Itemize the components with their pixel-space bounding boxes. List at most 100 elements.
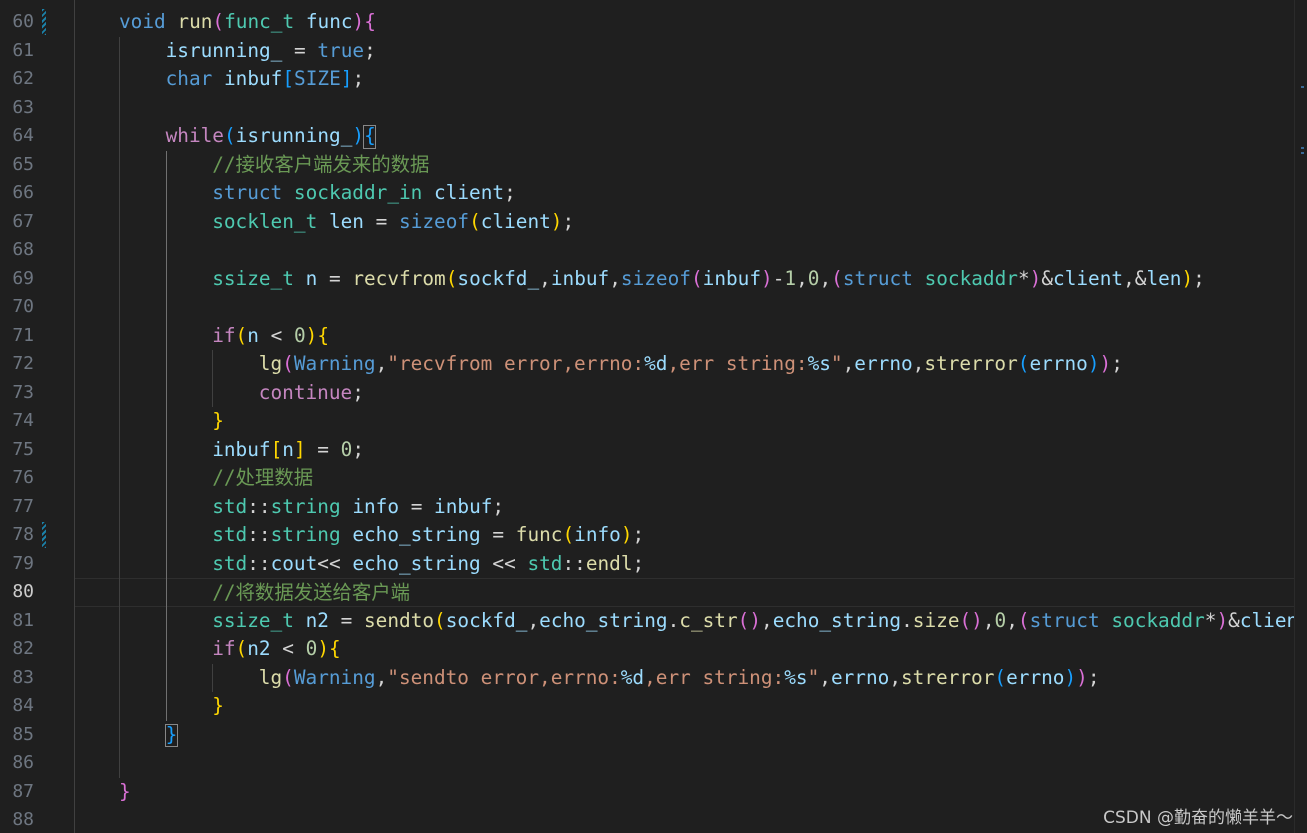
code-token: ( (562, 523, 575, 546)
modified-line-marker[interactable] (42, 9, 46, 35)
code-token: :: (562, 551, 586, 575)
indent-guide (119, 36, 120, 778)
code-token: ) (1181, 266, 1194, 290)
code-token: errno (830, 665, 890, 689)
code-token: info (352, 494, 400, 518)
code-token: ( (994, 665, 1007, 689)
code-token: inbuf (212, 437, 271, 461)
code-token: , (819, 266, 832, 290)
code-token: size (912, 608, 960, 632)
code-editor[interactable]: 60 61 62 63 64 65 66 67 68 69 70 71 72 73 74 75 76 77 78 79… (0, 0, 1307, 833)
line-number[interactable]: 73 (0, 379, 34, 408)
code-token: = (305, 437, 341, 461)
code-line-content: void run(func_t func){ (119, 8, 376, 37)
code-token: string (270, 494, 341, 518)
line-number[interactable]: 78 (0, 521, 34, 550)
code-line-content: inbuf[n] = 0; (212, 436, 364, 465)
code-line-content: std::string info = inbuf; (212, 493, 504, 522)
code-token: ( (445, 266, 458, 290)
code-token: %d (644, 352, 668, 375)
line-number[interactable]: 72 (0, 350, 34, 379)
line-number[interactable]: 79 (0, 550, 34, 579)
code-token: void (119, 10, 166, 33)
code-token: ( (434, 608, 446, 632)
indent-guide (212, 350, 214, 407)
line-number[interactable]: 64 (0, 122, 34, 151)
code-token: ; (352, 67, 365, 90)
code-token: strerror (901, 665, 995, 689)
line-number[interactable]: 68 (0, 236, 34, 265)
line-number[interactable]: 63 (0, 94, 34, 123)
code-token: { (329, 637, 341, 660)
code-line-content: } (212, 407, 224, 436)
line-number[interactable]: 70 (0, 293, 34, 322)
code-token: n (305, 266, 318, 290)
code-token: { (364, 10, 376, 33)
code-line-content: //将数据发送给客户端 (212, 579, 410, 608)
line-number[interactable]: 76 (0, 464, 34, 493)
code-token: continue (258, 380, 353, 404)
code-token: ( (235, 323, 248, 347)
line-number[interactable]: 71 (0, 322, 34, 351)
code-token: func_t (224, 10, 295, 33)
code-token: true (317, 38, 365, 62)
code-area[interactable]: void run(func_t func){isrunning_ = true;… (74, 0, 1307, 833)
code-token: " (830, 352, 843, 375)
code-token: } (212, 409, 224, 432)
line-number[interactable]: 69 (0, 265, 34, 294)
line-number[interactable]: 80 (0, 578, 34, 607)
code-line-content: if(n2 < 0){ (212, 635, 341, 664)
line-number[interactable]: 87 (0, 778, 34, 807)
line-number[interactable]: 81 (0, 607, 34, 636)
code-token: std (212, 551, 248, 575)
code-token: ) (620, 523, 633, 546)
watermark: CSDN @勤奋的懒羊羊～ (1103, 808, 1293, 828)
code-token: } (119, 779, 131, 803)
code-token: , (1006, 608, 1018, 632)
line-number[interactable]: 84 (0, 692, 34, 721)
code-token: , (912, 352, 925, 375)
code-token: ,err string: (644, 665, 785, 689)
modified-line-marker[interactable] (42, 522, 46, 548)
line-number[interactable]: 61 (0, 37, 34, 66)
code-token: errno (854, 352, 913, 375)
code-line-content: continue; (259, 379, 364, 408)
line-number[interactable]: 86 (0, 749, 34, 778)
line-number[interactable]: 65 (0, 151, 34, 180)
line-number[interactable]: 82 (0, 635, 34, 664)
code-token: %s (807, 352, 831, 375)
vertical-scrollbar[interactable] (1294, 0, 1307, 833)
code-token: ) (305, 323, 318, 347)
line-number[interactable]: 60 (0, 8, 34, 37)
code-token: n2 (247, 637, 271, 660)
line-number[interactable]: 85 (0, 721, 34, 750)
code-token: client (434, 181, 505, 204)
line-number[interactable]: 75 (0, 436, 34, 465)
line-number[interactable]: 62 (0, 65, 34, 94)
code-token: //接收客户端发来的数据 (212, 152, 430, 176)
code-token: sockaddr (924, 266, 1018, 290)
code-token: len (328, 209, 364, 233)
code-token: = (363, 209, 400, 233)
code-token: n (282, 437, 294, 461)
line-number[interactable]: 66 (0, 179, 34, 208)
code-token: echo_string (352, 551, 481, 575)
code-line[interactable]: //将数据发送给客户端 (74, 578, 1295, 607)
code-token: = (317, 266, 353, 290)
code-line-content: while(isrunning_){ (166, 122, 376, 151)
line-number[interactable]: 67 (0, 208, 34, 237)
code-token: 1 (784, 266, 797, 290)
line-number[interactable]: 77 (0, 493, 34, 522)
code-token: sockaddr_in (293, 181, 423, 204)
code-token: char (165, 67, 213, 90)
line-number[interactable]: 88 (0, 806, 34, 833)
indent-guide (212, 663, 214, 692)
code-token: , (527, 608, 540, 632)
line-number[interactable]: 83 (0, 664, 34, 693)
code-token: = (282, 38, 318, 62)
code-token: %s (784, 665, 808, 689)
line-number[interactable]: 74 (0, 407, 34, 436)
